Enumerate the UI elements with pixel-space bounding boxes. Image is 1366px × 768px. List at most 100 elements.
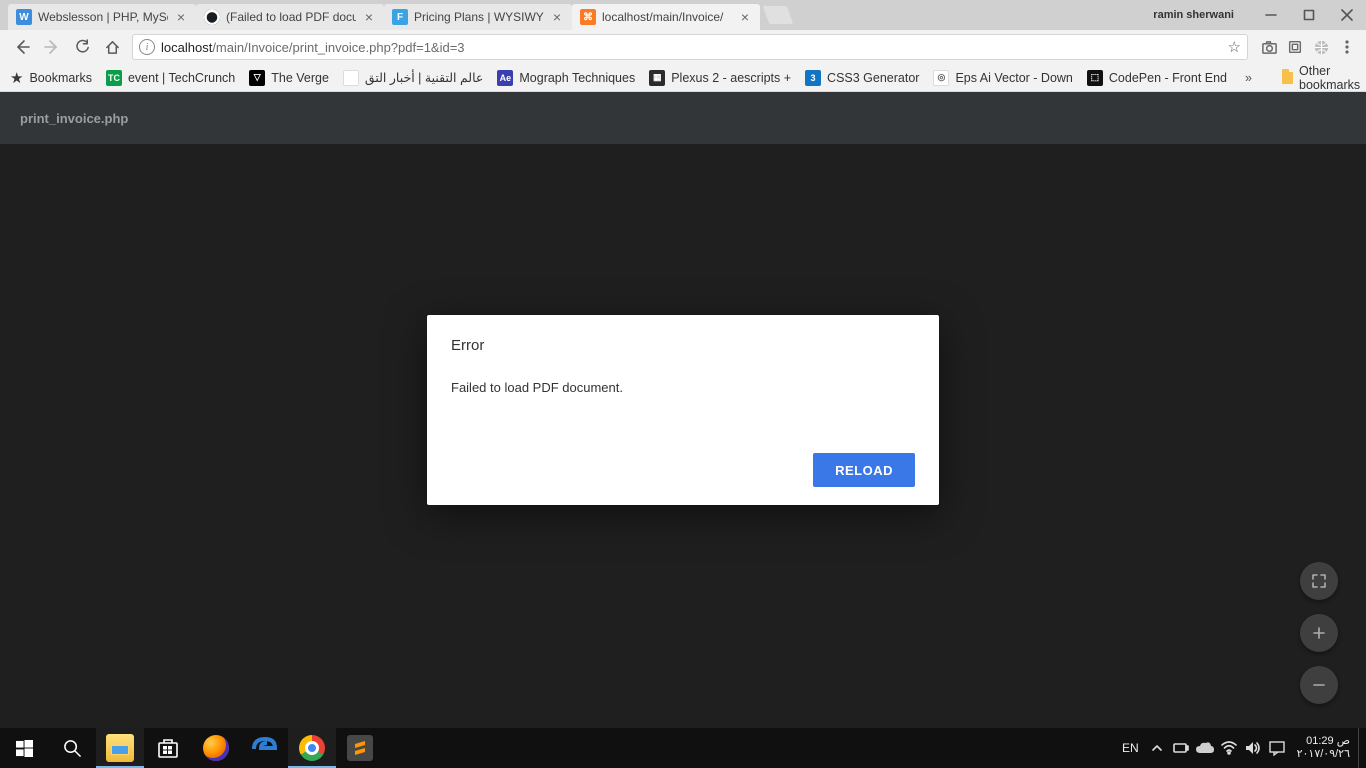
other-bookmarks-label: Other bookmarks bbox=[1299, 64, 1365, 92]
home-button[interactable] bbox=[98, 33, 126, 61]
url-text: localhost/main/Invoice/print_invoice.php… bbox=[161, 40, 465, 55]
bookmark-4-label: Plexus 2 - aescripts + bbox=[671, 71, 791, 85]
pdf-viewer: print_invoice.php Error Failed to load P… bbox=[0, 92, 1366, 728]
tab-3-favicon: ⌘ bbox=[580, 9, 596, 25]
bookmarks-label[interactable]: ★ Bookmarks bbox=[10, 69, 92, 87]
bookmarks-overflow-icon[interactable]: » bbox=[1241, 71, 1254, 85]
clock-date: ٢٠١٧/٠٩/٢٦ bbox=[1297, 748, 1350, 761]
start-button[interactable] bbox=[0, 728, 48, 768]
tray-notifications-icon[interactable] bbox=[1265, 728, 1289, 768]
tab-2-favicon: F bbox=[392, 9, 408, 25]
dialog-message: Failed to load PDF document. bbox=[451, 380, 915, 395]
search-button[interactable] bbox=[48, 728, 96, 768]
bookmarks-bar: ★ Bookmarks TC event | TechCrunch ▽ The Ve… bbox=[0, 64, 1366, 92]
bookmark-0-label: event | TechCrunch bbox=[128, 71, 235, 85]
task-explorer[interactable] bbox=[96, 728, 144, 768]
bookmark-star-icon[interactable]: ☆ bbox=[1228, 38, 1241, 56]
folder-icon bbox=[1282, 72, 1293, 84]
dialog-title: Error bbox=[451, 337, 915, 354]
bookmark-item-3[interactable]: Ae Mograph Techniques bbox=[497, 70, 635, 86]
url-path: /main/Invoice/print_invoice.php?pdf=1&id… bbox=[212, 40, 464, 55]
camera-icon[interactable] bbox=[1258, 36, 1280, 58]
clock-ampm: ص bbox=[1337, 735, 1350, 747]
bookmark-3-icon: Ae bbox=[497, 70, 513, 86]
document-name: print_invoice.php bbox=[20, 111, 128, 126]
tab-3[interactable]: ⌘ localhost/main/Invoice/ × bbox=[572, 4, 760, 30]
bookmark-item-0[interactable]: TC event | TechCrunch bbox=[106, 70, 235, 86]
menu-icon[interactable] bbox=[1336, 36, 1358, 58]
zoom-out-button[interactable] bbox=[1300, 666, 1338, 704]
tray-volume-icon[interactable] bbox=[1241, 728, 1265, 768]
clock-time: 01:29 bbox=[1306, 735, 1334, 747]
address-bar[interactable]: i localhost/main/Invoice/print_invoice.p… bbox=[132, 34, 1248, 60]
site-info-icon[interactable]: i bbox=[139, 39, 155, 55]
tab-3-close-icon[interactable]: × bbox=[738, 10, 752, 24]
translate-icon[interactable] bbox=[1310, 36, 1332, 58]
extension-box-icon[interactable] bbox=[1284, 36, 1306, 58]
taskbar-clock[interactable]: ص 01:29 ٢٠١٧/٠٩/٢٦ bbox=[1289, 735, 1358, 761]
tab-0-close-icon[interactable]: × bbox=[174, 10, 188, 24]
bookmarks-star-icon: ★ bbox=[10, 69, 23, 87]
tab-3-title: localhost/main/Invoice/ bbox=[602, 10, 732, 24]
tab-0[interactable]: W Webslesson | PHP, MySql × bbox=[8, 4, 196, 30]
task-store[interactable] bbox=[144, 728, 192, 768]
reload-button[interactable] bbox=[68, 33, 96, 61]
tab-1-title: (Failed to load PDF document bbox=[226, 10, 356, 24]
tray-onedrive-icon[interactable] bbox=[1193, 728, 1217, 768]
task-firefox[interactable] bbox=[192, 728, 240, 768]
bookmark-item-5[interactable]: 3CSS3 Generator bbox=[805, 70, 919, 86]
reload-dialog-button[interactable]: RELOAD bbox=[813, 453, 915, 487]
browser-toolbar: i localhost/main/Invoice/print_invoice.p… bbox=[0, 30, 1366, 64]
tab-1-favicon: ⬤ bbox=[204, 9, 220, 25]
dialog-actions: RELOAD bbox=[451, 453, 915, 487]
bookmark-1-label: The Verge bbox=[271, 71, 329, 85]
bookmark-7-label: CodePen - Front End bbox=[1109, 71, 1227, 85]
fit-page-button[interactable] bbox=[1300, 562, 1338, 600]
bookmark-item-2[interactable]: عالم التقنية | أخبار التق bbox=[343, 70, 483, 86]
zoom-in-button[interactable] bbox=[1300, 614, 1338, 652]
bookmark-2-label: عالم التقنية | أخبار التق bbox=[365, 70, 483, 85]
bookmark-3-label: Mograph Techniques bbox=[519, 71, 635, 85]
windows-taskbar: EN ص 01:29 ٢٠١٧/٠٩/٢٦ bbox=[0, 728, 1366, 768]
back-button[interactable] bbox=[8, 33, 36, 61]
tab-2-close-icon[interactable]: × bbox=[550, 10, 564, 24]
bookmark-7-icon: ⬚ bbox=[1087, 70, 1103, 86]
maximize-button[interactable] bbox=[1290, 0, 1328, 30]
task-edge[interactable] bbox=[240, 728, 288, 768]
bookmark-4-icon: ▦ bbox=[649, 70, 665, 86]
tray-expand-icon[interactable] bbox=[1145, 728, 1169, 768]
tab-2[interactable]: F Pricing Plans | WYSIWYG × bbox=[384, 4, 572, 30]
bookmark-item-6[interactable]: ◎ Eps Ai Vector - Down bbox=[933, 70, 1072, 86]
toolbar-right-icons bbox=[1254, 36, 1358, 58]
minimize-button[interactable] bbox=[1252, 0, 1290, 30]
tray-wifi-icon[interactable] bbox=[1217, 728, 1241, 768]
bookmark-6-icon: ◎ bbox=[933, 70, 949, 86]
bookmark-6-label: Eps Ai Vector - Down bbox=[955, 71, 1072, 85]
bookmark-0-icon: TC bbox=[106, 70, 122, 86]
tab-1[interactable]: ⬤ (Failed to load PDF document × bbox=[196, 4, 384, 30]
tab-2-title: Pricing Plans | WYSIWYG bbox=[414, 10, 544, 24]
other-bookmarks[interactable]: Other bookmarks bbox=[1282, 64, 1365, 92]
close-window-button[interactable] bbox=[1328, 0, 1366, 30]
taskbar-left bbox=[0, 728, 384, 768]
tab-0-favicon: W bbox=[16, 9, 32, 25]
input-language[interactable]: EN bbox=[1116, 741, 1145, 755]
bookmarks-label-text: Bookmarks bbox=[29, 71, 92, 85]
bookmark-1-icon: ▽ bbox=[249, 70, 265, 86]
forward-button[interactable] bbox=[38, 33, 66, 61]
new-tab-button[interactable] bbox=[763, 6, 794, 24]
task-sublime[interactable] bbox=[336, 728, 384, 768]
show-desktop-button[interactable] bbox=[1358, 728, 1364, 768]
task-chrome[interactable] bbox=[288, 728, 336, 768]
pdf-fab-stack bbox=[1300, 562, 1338, 704]
window-controls: ramin sherwani bbox=[1153, 0, 1366, 30]
tray-battery-icon[interactable] bbox=[1169, 728, 1193, 768]
bookmark-item-1[interactable]: ▽ The Verge bbox=[249, 70, 329, 86]
tab-1-close-icon[interactable]: × bbox=[362, 10, 376, 24]
bookmark-item-4[interactable]: ▦ Plexus 2 - aescripts + bbox=[649, 70, 791, 86]
browser-tabstrip: W Webslesson | PHP, MySql × ⬤ (Failed to… bbox=[0, 0, 1366, 30]
taskbar-right: EN ص 01:29 ٢٠١٧/٠٩/٢٦ bbox=[1116, 728, 1366, 768]
profile-name[interactable]: ramin sherwani bbox=[1153, 9, 1234, 21]
pdf-viewer-toolbar: print_invoice.php bbox=[0, 92, 1366, 144]
bookmark-item-7[interactable]: ⬚ CodePen - Front End bbox=[1087, 70, 1227, 86]
